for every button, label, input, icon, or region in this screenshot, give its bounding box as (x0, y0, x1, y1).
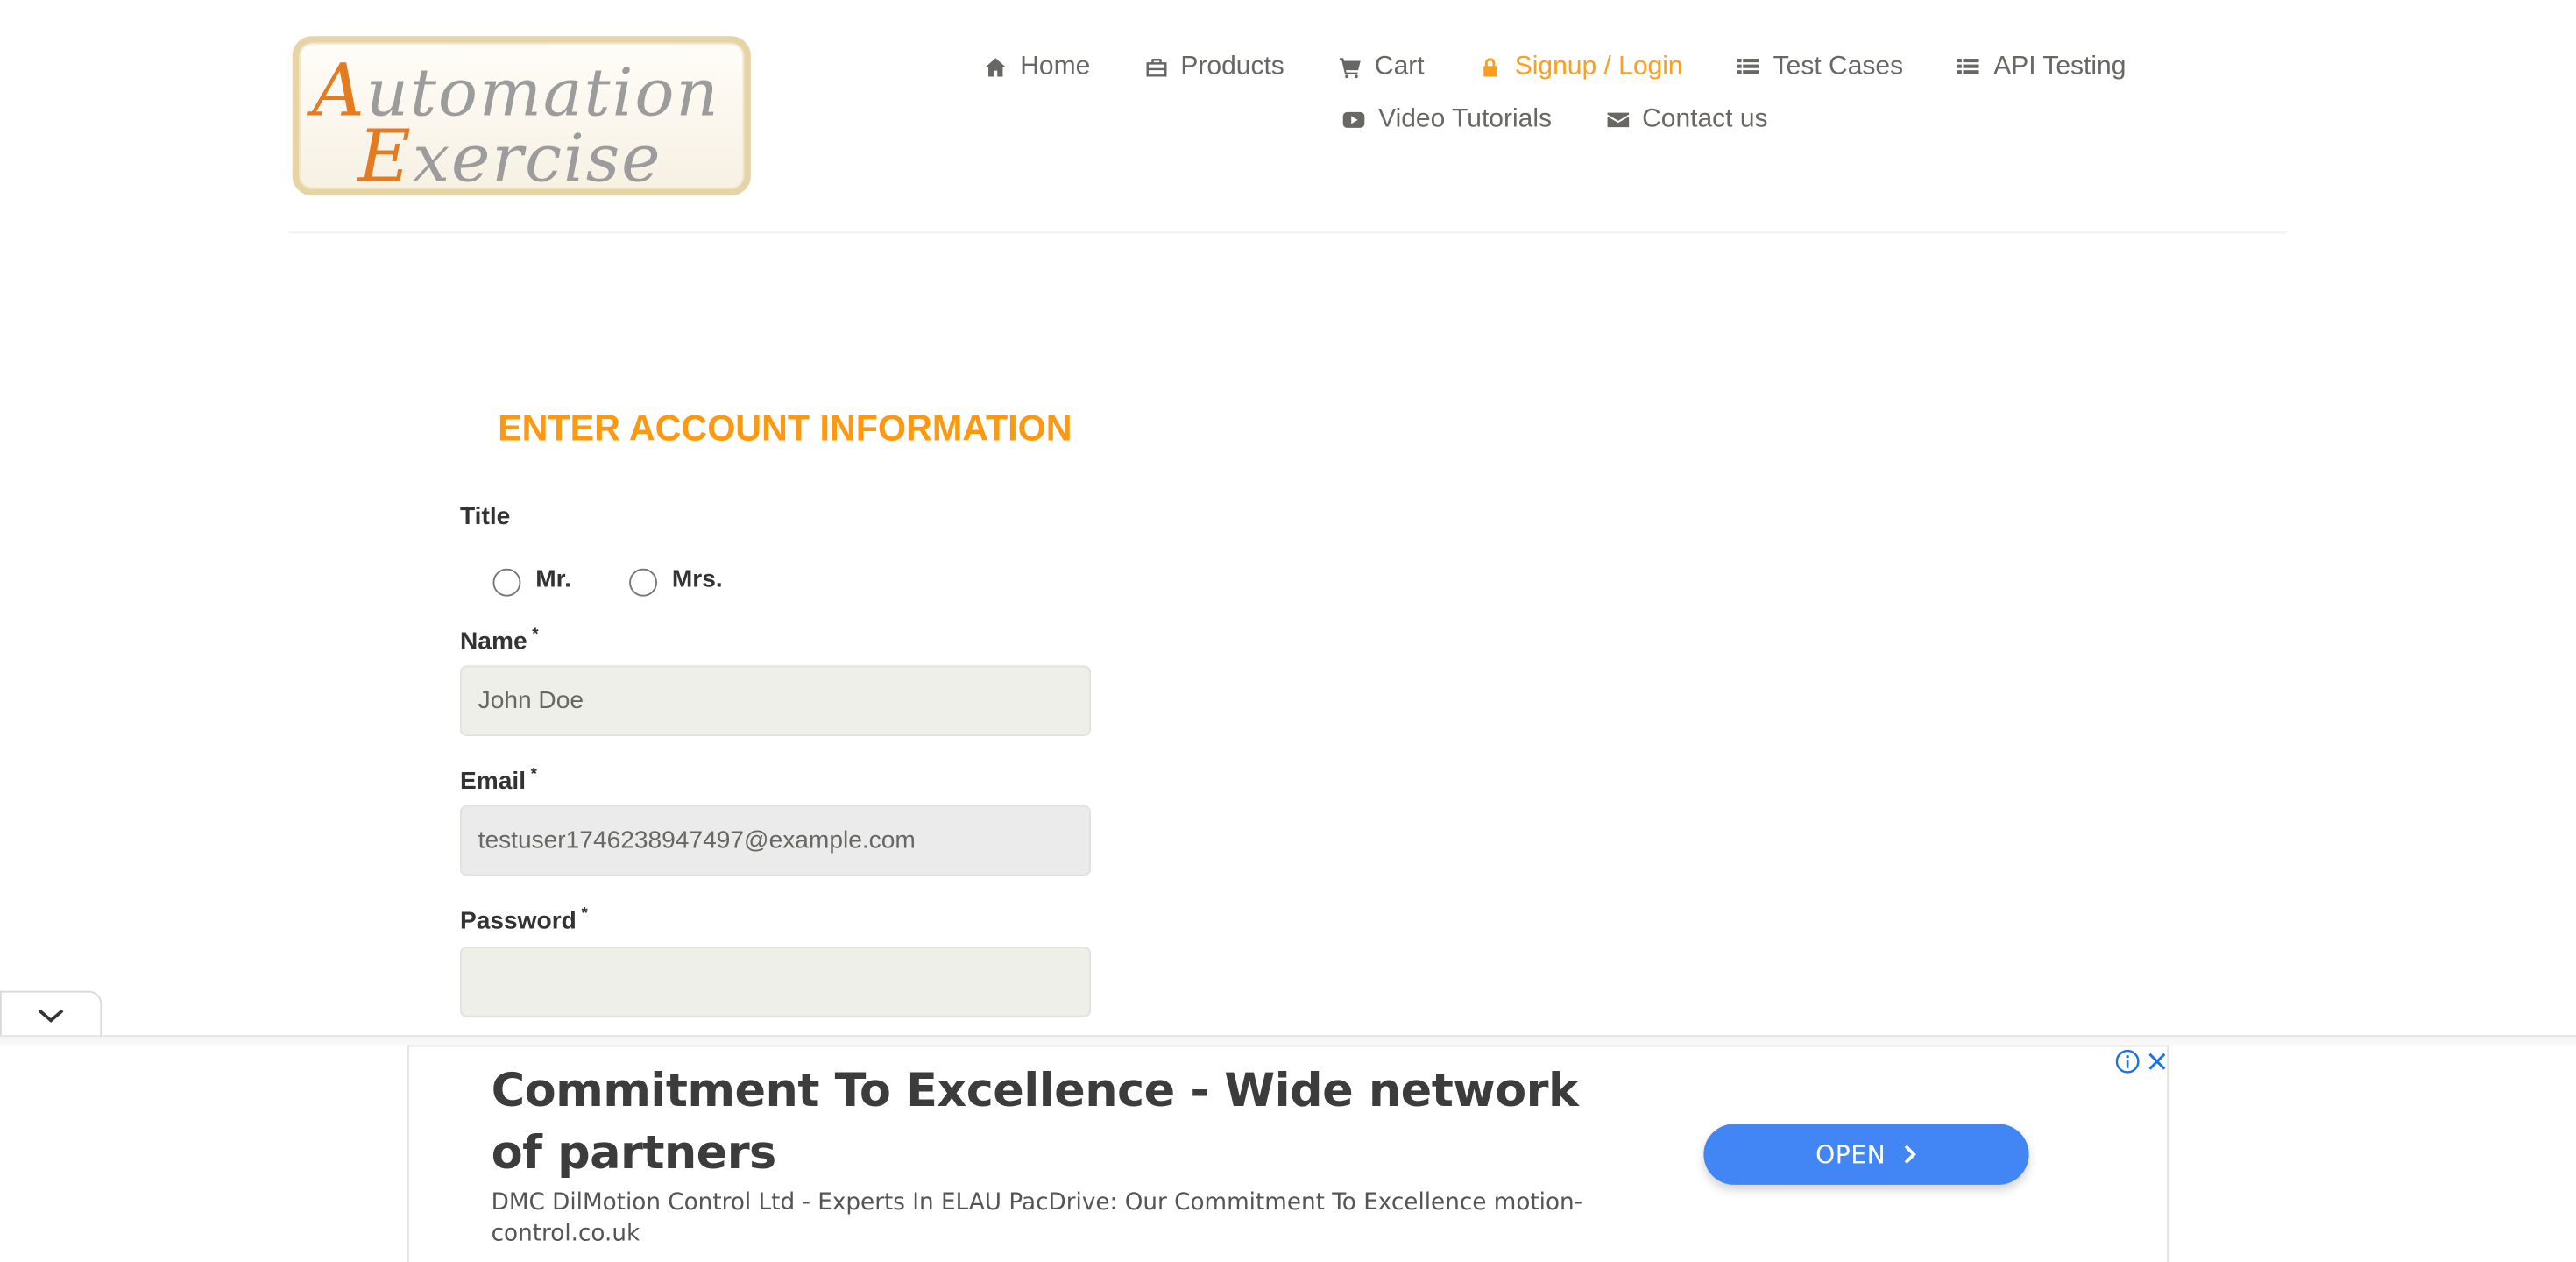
name-label: Name * (460, 626, 539, 656)
close-icon[interactable] (2144, 1048, 2170, 1074)
nav-item-label: Video Tutorials (1378, 105, 1552, 133)
nav-item-signup-login[interactable]: Signup / Login (1451, 49, 1709, 85)
cart-icon (1337, 54, 1363, 81)
nav-item-label: Signup / Login (1514, 53, 1683, 81)
radio-mrs-label: Mrs. (671, 565, 723, 593)
chevron-down-icon (38, 1008, 64, 1022)
site-logo[interactable]: Automation Exercise (292, 36, 751, 196)
nav-item-api-testing[interactable]: API Testing (1929, 49, 2152, 85)
nav-item-label: Cart (1374, 53, 1425, 81)
info-icon[interactable] (2114, 1048, 2141, 1074)
nav-item-label: Home (1020, 53, 1091, 81)
radio-mr-label: Mr. (535, 565, 571, 593)
nav-item-label: Contact us (1642, 105, 1768, 133)
list-icon (1956, 54, 1982, 81)
chevron-right-icon (1904, 1145, 1916, 1164)
home-icon (982, 54, 1008, 81)
ad-description[interactable]: DMC DilMotion Control Ltd - Experts In E… (492, 1188, 1609, 1251)
nav-row-1: Home Products Cart Signup / Login Test C… (980, 49, 2130, 85)
ad-open-button[interactable]: OPEN (1703, 1124, 2029, 1185)
name-field[interactable]: John Doe (460, 665, 1091, 736)
ad-title[interactable]: Commitment To Excellence - Wide network … (492, 1060, 1609, 1185)
title-option-mr[interactable]: Mr. (492, 562, 571, 597)
nav-item-label: API Testing (1993, 53, 2127, 81)
title-label: Title (460, 502, 511, 531)
nav-item-products[interactable]: Products (1116, 49, 1311, 85)
nav-item-home[interactable]: Home (956, 49, 1116, 85)
required-marker: * (581, 905, 588, 924)
title-option-mrs[interactable]: Mrs. (629, 562, 723, 597)
youtube-play-icon (1341, 107, 1367, 133)
envelope-icon (1604, 107, 1631, 133)
ad-collapse-button[interactable] (0, 990, 103, 1038)
main-nav: Home Products Cart Signup / Login Test C… (980, 49, 2130, 138)
nav-item-contact-us[interactable]: Contact us (1578, 102, 1794, 138)
nav-row-2: Video Tutorials Contact us (980, 102, 2130, 138)
required-marker: * (532, 626, 539, 644)
ad-top-border (0, 1035, 2576, 1046)
form-heading: ENTER ACCOUNT INFORMATION (498, 408, 1072, 449)
nav-item-label: Test Cases (1773, 53, 1904, 81)
nav-item-test-cases[interactable]: Test Cases (1709, 49, 1930, 85)
radio-mr[interactable] (492, 568, 521, 597)
radio-mrs[interactable] (629, 568, 657, 597)
required-marker: * (530, 765, 538, 784)
logo-line-2: Exercise (357, 115, 662, 196)
email-label: Email * (460, 765, 538, 796)
password-field[interactable] (460, 946, 1091, 1017)
password-label: Password * (460, 905, 588, 935)
nav-item-cart[interactable]: Cart (1311, 49, 1451, 85)
email-field[interactable]: testuser1746238947497@example.com (460, 805, 1091, 876)
nav-item-label: Products (1180, 53, 1284, 81)
nav-item-video-tutorials[interactable]: Video Tutorials (1314, 102, 1578, 138)
header-divider (289, 231, 2287, 234)
ad-open-label: OPEN (1815, 1139, 1886, 1170)
lock-icon (1477, 54, 1504, 81)
list-icon (1736, 54, 1762, 81)
ad-banner[interactable]: Commitment To Excellence - Wide network … (407, 1045, 2170, 1262)
page: Automation Exercise Home Products Cart S… (0, 0, 2576, 1262)
briefcase-icon (1143, 54, 1169, 81)
